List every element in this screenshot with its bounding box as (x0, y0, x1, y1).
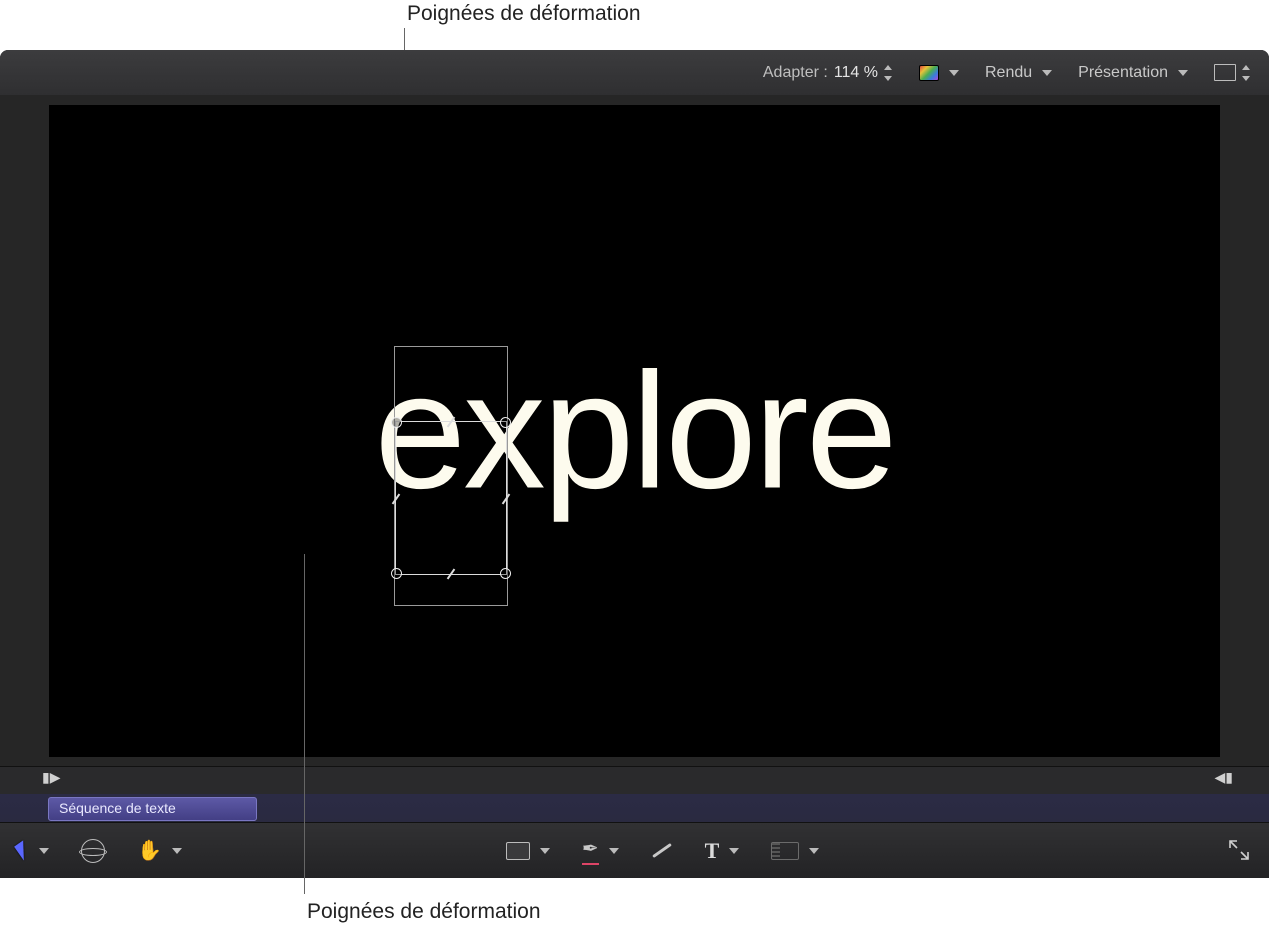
hand-icon: ✋ (137, 838, 162, 863)
in-point-marker-icon[interactable]: ▮▶ (42, 769, 60, 786)
viewer-layout-menu[interactable] (1214, 64, 1251, 81)
chevron-down-icon (809, 848, 819, 854)
shear-handle-bottom[interactable] (447, 569, 456, 580)
chevron-down-icon (1178, 70, 1188, 76)
text-tool[interactable]: T (705, 838, 740, 864)
chevron-down-icon (729, 848, 739, 854)
pan-tool[interactable]: ✋ (137, 838, 182, 863)
out-point-marker-icon[interactable]: ◀▮ (1215, 769, 1233, 786)
handle-bottom-right[interactable] (500, 568, 511, 579)
rectangle-icon (506, 842, 530, 860)
select-transform-tool[interactable] (18, 842, 49, 859)
canvas[interactable]: explore (49, 105, 1220, 757)
arrow-pointer-icon (14, 840, 33, 860)
filmstrip-tool[interactable] (771, 842, 819, 860)
3d-transform-tool[interactable] (81, 839, 105, 863)
stepper-icon (884, 65, 893, 81)
filmstrip-icon (771, 842, 799, 860)
shear-handle-top[interactable] (447, 417, 456, 428)
pen-icon: ✒ (582, 836, 599, 865)
chevron-down-icon (1042, 70, 1052, 76)
canvas-area[interactable]: explore (0, 95, 1269, 767)
timeline-ruler[interactable]: ▮▶ ◀▮ (0, 766, 1269, 794)
chevron-down-icon (172, 848, 182, 854)
zoom-label: Adapter : (763, 64, 828, 82)
behavior-bar-text-sequence[interactable]: Séquence de texte (48, 797, 257, 821)
handle-bottom-left[interactable] (391, 568, 402, 579)
viewer-toolbar: Adapter : 114 % Rendu Présentation (0, 50, 1269, 95)
chevron-down-icon (609, 848, 619, 854)
callout-bottom-leader (304, 554, 305, 894)
render-label: Rendu (985, 64, 1032, 82)
glyph-bounding-box[interactable] (394, 346, 508, 606)
stepper-icon (1242, 65, 1251, 81)
zoom-adapter-control[interactable]: Adapter : 114 % (763, 64, 893, 82)
canvas-tools-toolbar: ✋ ✒ T (0, 822, 1269, 878)
mini-timeline[interactable]: Séquence de texte (0, 794, 1269, 823)
shear-handle-left[interactable] (392, 494, 401, 505)
color-swatch-icon (919, 65, 939, 81)
zoom-value: 114 % (834, 64, 878, 82)
rectangle-icon (1214, 64, 1236, 81)
orbit-icon (81, 839, 105, 863)
text-tool-icon: T (705, 838, 720, 864)
paint-stroke-tool[interactable] (651, 849, 673, 852)
presentation-label: Présentation (1078, 64, 1168, 82)
color-channel-menu[interactable] (919, 65, 959, 81)
render-menu[interactable]: Rendu (985, 64, 1052, 82)
pen-mask-tool[interactable]: ✒ (582, 836, 619, 865)
chevron-down-icon (39, 848, 49, 854)
expand-icon (1227, 838, 1251, 862)
handle-top-left[interactable] (391, 417, 402, 428)
chevron-down-icon (949, 70, 959, 76)
glyph-adjust-box[interactable] (395, 421, 507, 575)
callout-top: Poignées de déformation (407, 2, 641, 26)
chevron-down-icon (540, 848, 550, 854)
expand-canvas-button[interactable] (1227, 838, 1251, 862)
shape-tool[interactable] (506, 842, 550, 860)
callout-bottom: Poignées de déformation (307, 900, 541, 924)
canvas-viewer-window: Adapter : 114 % Rendu Présentation (0, 50, 1269, 878)
presentation-menu[interactable]: Présentation (1078, 64, 1188, 82)
handle-top-right[interactable] (500, 417, 511, 428)
brush-icon (652, 843, 672, 858)
